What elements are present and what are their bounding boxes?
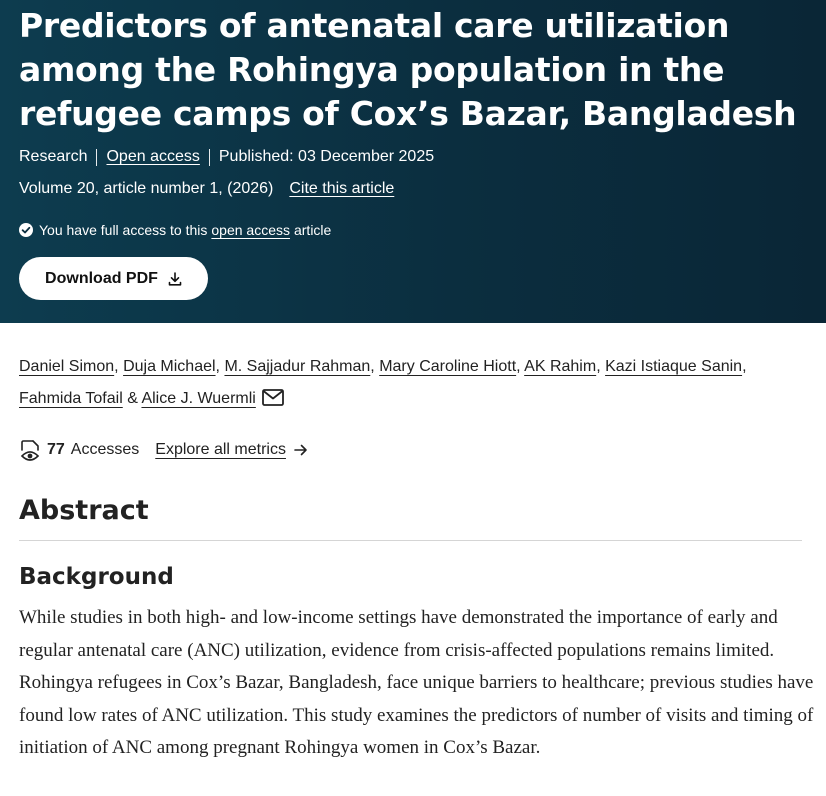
author-link[interactable]: Alice J. Wuermli [141, 390, 255, 407]
download-pdf-label: Download PDF [45, 269, 158, 287]
meta-divider [96, 148, 98, 166]
meta-divider [208, 148, 210, 166]
article-metrics: 77 Accesses Explore all metrics [19, 438, 308, 462]
article-citation-row: Volume 20, article number 1, (2026) Cite… [19, 180, 394, 198]
eye-document-icon [20, 440, 40, 461]
section-divider [19, 540, 802, 541]
author-separator: , [596, 358, 601, 375]
author-link[interactable]: Duja Michael [123, 358, 215, 375]
mail-icon[interactable] [261, 388, 284, 406]
arrow-right-icon[interactable] [294, 444, 308, 456]
published-date: Published: 03 December 2025 [218, 148, 435, 165]
check-circle-icon [19, 223, 33, 237]
author-separator: , [370, 358, 375, 375]
article-meta: Research Open access Published: 03 Decem… [19, 148, 434, 166]
author-separator: & [127, 390, 138, 407]
author-link[interactable]: Mary Caroline Hiott [379, 358, 516, 375]
access-note-suffix: article [293, 222, 332, 238]
open-access-link[interactable]: Open access [106, 148, 199, 166]
author-link[interactable]: Kazi Istiaque Sanin [605, 358, 742, 375]
author-link[interactable]: Fahmida Tofail [19, 390, 123, 407]
accesses-label: Accesses [70, 441, 140, 458]
abstract-heading: Abstract [19, 495, 149, 526]
author-link[interactable]: AK Rahim [524, 358, 596, 375]
author-link[interactable]: M. Sajjadur Rahman [224, 358, 370, 375]
access-note-prefix: You have full access to this [39, 222, 208, 238]
background-text: While studies in both high- and low-inco… [19, 607, 814, 758]
article-header: Predictors of antenatal care utilization… [0, 0, 826, 323]
cite-article-link[interactable]: Cite this article [289, 180, 394, 198]
author-link[interactable]: Daniel Simon [19, 358, 114, 375]
author-list: Daniel Simon, Duja Michael, M. Sajjadur … [19, 351, 809, 415]
explore-metrics-link[interactable]: Explore all metrics [155, 441, 286, 459]
open-access-note-link[interactable]: open access [211, 222, 290, 238]
download-pdf-button[interactable]: Download PDF [19, 257, 208, 300]
background-heading: Background [19, 564, 174, 590]
accesses-count: 77 [47, 441, 65, 458]
volume-info: Volume 20, article number 1, (2026) [19, 180, 274, 197]
author-separator: , [114, 358, 119, 375]
author-separator: , [215, 358, 220, 375]
author-separator: , [516, 358, 521, 375]
access-note: You have full access to this open access… [19, 222, 331, 238]
article-type: Research [19, 148, 88, 165]
download-icon [168, 271, 182, 286]
author-separator: , [742, 358, 747, 375]
article-title: Predictors of antenatal care utilization… [19, 6, 797, 133]
